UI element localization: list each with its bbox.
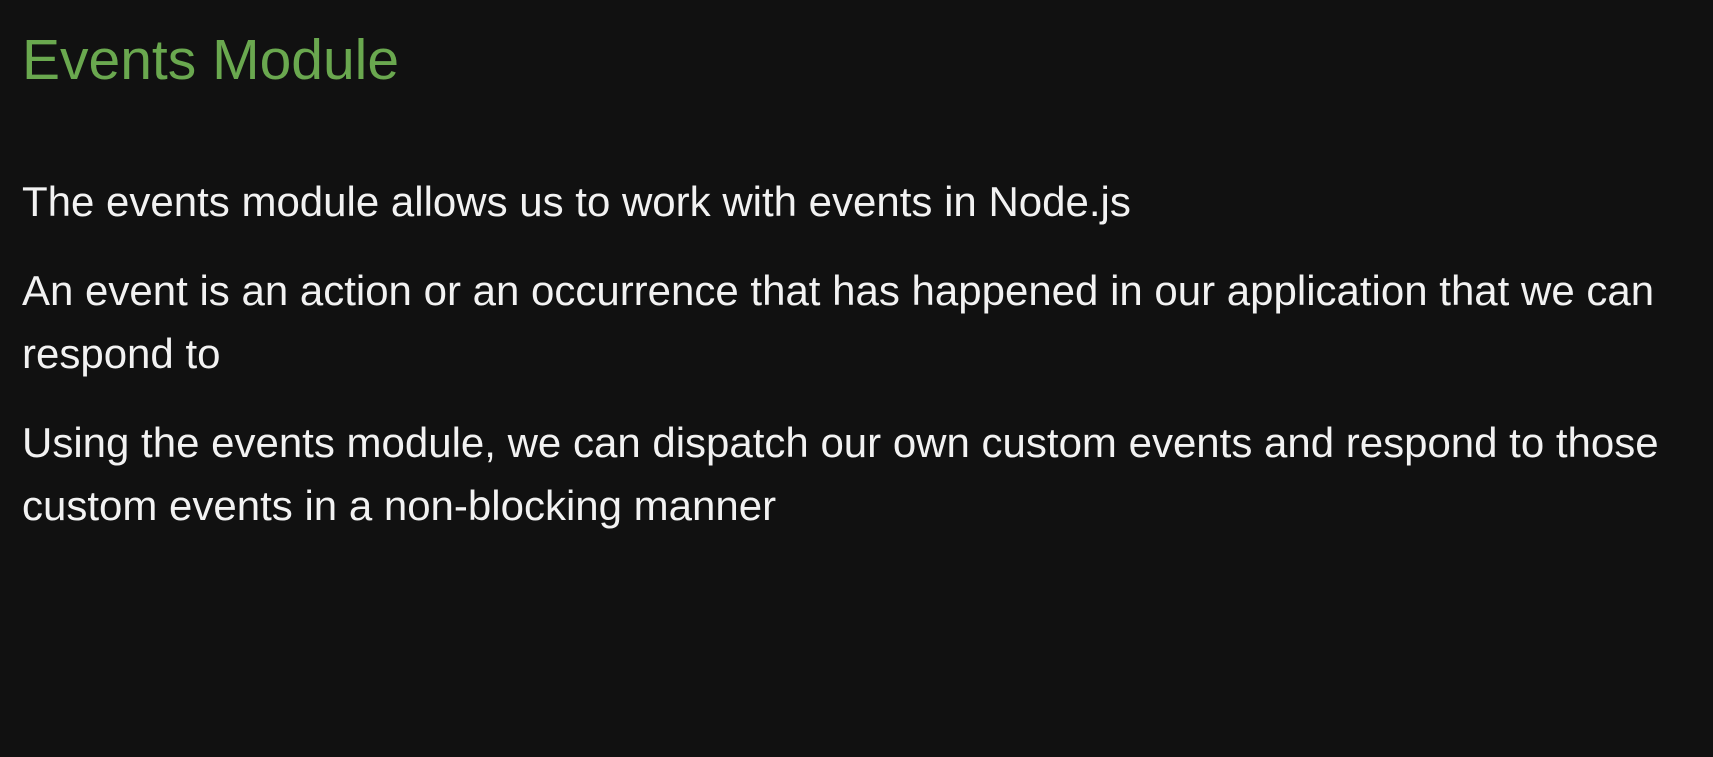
slide-paragraph-intro: The events module allows us to work with… bbox=[22, 178, 1131, 225]
slide: Events Module The events module allows u… bbox=[0, 0, 1713, 757]
slide-paragraph-event-definition: An event is an action or an occurrence t… bbox=[22, 267, 1655, 377]
slide-title: Events Module bbox=[22, 28, 400, 92]
slide-body: The events module allows us to work with… bbox=[22, 170, 1691, 563]
slide-paragraph-custom-events: Using the events module, we can dispatch… bbox=[22, 419, 1659, 529]
